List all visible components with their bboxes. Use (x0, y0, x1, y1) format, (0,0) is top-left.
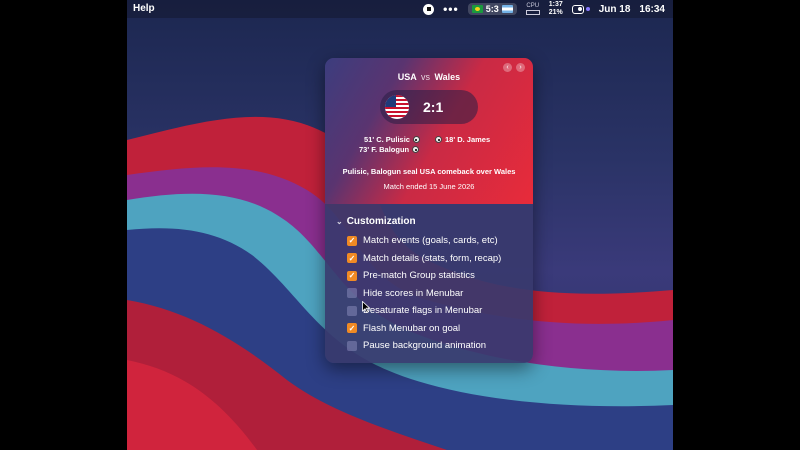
customization-option[interactable]: Pause background animation (336, 337, 525, 355)
option-label: Pause background animation (363, 340, 487, 352)
menubar: Help ••• 5:3 CPU 1:37 21% Jun 18 16:34 (127, 0, 673, 18)
customization-option[interactable]: ✓ Match details (stats, form, recap) (336, 250, 525, 268)
usa-flag-icon (385, 95, 409, 119)
customization-option[interactable]: ✓ Match events (goals, cards, etc) (336, 232, 525, 250)
checkbox-checked-icon[interactable]: ✓ (347, 323, 357, 334)
chevron-down-icon: ⌄ (336, 217, 343, 226)
goal-event: 73' F. Balogun (359, 145, 420, 154)
ball-icon (412, 136, 420, 143)
option-label: Flash Menubar on goal (363, 322, 461, 334)
control-center-icon[interactable] (571, 4, 590, 14)
match-header: ‹ › USA vs Wales 2:1 51' C. Pulisic 73' … (325, 58, 533, 204)
customization-option[interactable]: ✓ Pre-match Group statistics (336, 267, 525, 285)
brazil-flag-icon (471, 5, 483, 13)
customization-options: ✓ Match events (goals, cards, etc) ✓ Match … (336, 232, 525, 355)
argentina-flag-icon (501, 5, 513, 13)
checkbox-checked-icon[interactable]: ✓ (347, 253, 357, 264)
option-label: Desaturate flags in Menubar (363, 305, 483, 317)
indicator-dot-icon (585, 7, 590, 11)
option-label: Hide scores in Menubar (363, 287, 464, 299)
vs-label: vs (420, 72, 430, 82)
goal-event: 18' D. James (435, 135, 490, 144)
customization-title: Customization (346, 216, 416, 227)
stop-recording-icon[interactable] (423, 3, 435, 15)
cpu-label: CPU (526, 3, 540, 9)
customization-header[interactable]: ⌄ Customization (336, 216, 525, 227)
toggle-icon (571, 4, 584, 14)
ball-icon (435, 136, 442, 143)
customization-option[interactable]: ✓ Flash Menubar on goal (336, 320, 525, 338)
menubar-date[interactable]: Jun 18 (599, 4, 631, 15)
option-label: Match details (stats, form, recap) (363, 252, 502, 264)
battery-percent: 21% (548, 9, 563, 16)
menubar-time[interactable]: 16:34 (639, 4, 665, 15)
customization-section: ⌄ Customization ✓ Match events (goals, ca… (336, 216, 525, 355)
home-team: USA (397, 72, 417, 82)
checkbox-checked-icon[interactable]: ✓ (347, 235, 357, 246)
cpu-bar-icon (525, 10, 540, 15)
battery-status[interactable]: 1:37 21% (549, 1, 563, 17)
ball-icon (412, 146, 420, 153)
menu-help[interactable]: Help (133, 3, 155, 14)
checkbox-checked-icon[interactable]: ✓ (347, 270, 357, 281)
cpu-monitor[interactable]: CPU (525, 3, 540, 15)
match-title: USA vs Wales (325, 72, 533, 82)
next-match-icon[interactable]: › (516, 63, 525, 72)
checkbox-unchecked-icon[interactable] (347, 305, 357, 316)
checkbox-unchecked-icon[interactable] (347, 288, 357, 299)
option-label: Match events (goals, cards, etc) (363, 235, 498, 247)
checkbox-unchecked-icon[interactable] (347, 340, 357, 351)
previous-match-icon[interactable]: ‹ (503, 63, 512, 72)
customization-option[interactable]: Hide scores in Menubar (336, 285, 525, 303)
match-score: 2:1 (423, 99, 444, 115)
match-popover: ‹ › USA vs Wales 2:1 51' C. Pulisic 73' … (325, 58, 533, 363)
match-headline: Pulisic, Balogun seal USA comeback over … (342, 167, 516, 176)
more-icon[interactable]: ••• (443, 2, 459, 16)
goal-event-text: 51' C. Pulisic (364, 135, 410, 144)
goal-event-text: 18' D. James (445, 135, 491, 144)
match-status: Match ended 15 June 2026 (383, 182, 475, 191)
score-box: 2:1 (380, 90, 478, 124)
menubar-score: 5:3 (485, 4, 499, 14)
menubar-score-widget[interactable]: 5:3 (467, 3, 517, 15)
mouse-cursor-icon (362, 301, 371, 313)
option-label: Pre-match Group statistics (363, 270, 475, 282)
battery-time: 1:37 (548, 1, 563, 8)
away-team: Wales (434, 72, 461, 82)
goal-event-text: 73' F. Balogun (359, 145, 410, 154)
goal-event: 51' C. Pulisic (364, 135, 420, 144)
